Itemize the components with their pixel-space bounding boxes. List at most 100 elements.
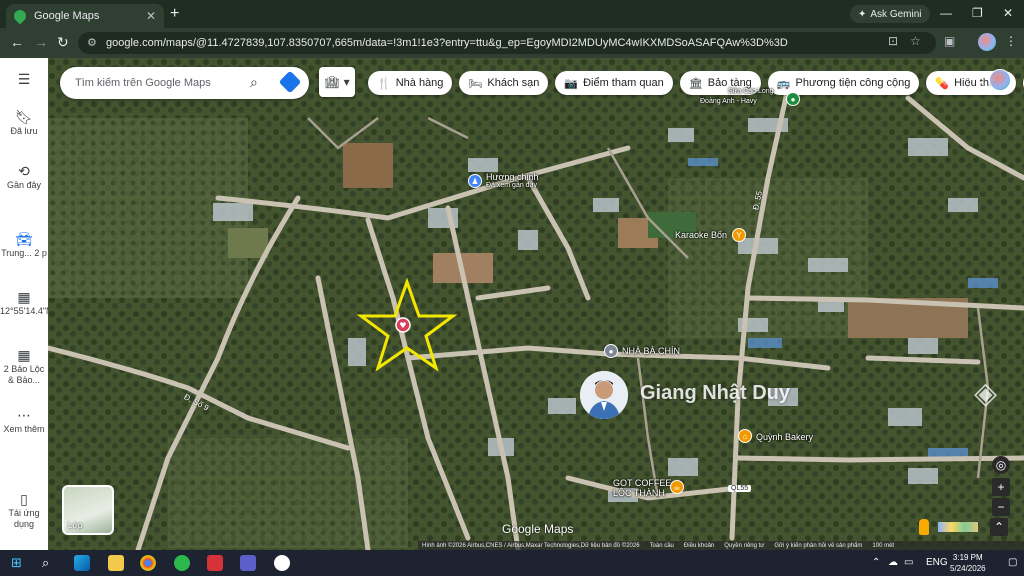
global-link[interactable]: Toàn cầu [650, 543, 674, 549]
my-location-icon[interactable]: ◎ [992, 456, 1010, 474]
hotel-icon: 🏨︎ [324, 75, 340, 89]
chip-restaurants[interactable]: 🍴 Nhà hàng [368, 71, 453, 95]
bookmark-star-icon[interactable]: ☆ [910, 34, 921, 48]
layers-toggle[interactable]: Lớp [62, 485, 114, 535]
install-app-button[interactable]: ▯ Tải ứng dụng [0, 491, 48, 530]
place-huong-chinh[interactable]: Hương chinh [486, 172, 538, 182]
place-quynh-bakery[interactable]: Quỳnh Bakery [756, 432, 813, 442]
pharmacy-icon: 💊 [935, 77, 950, 90]
imagery-credit: Hình ảnh ©2026 Airbus,CNES / Airbus,Maxa… [422, 543, 640, 549]
pegman-icon[interactable] [919, 519, 929, 535]
cloud-icon[interactable]: ☁ [888, 557, 898, 568]
zalo-icon[interactable] [274, 555, 290, 571]
camera-icon: 📷 [564, 77, 579, 90]
government-pin-icon[interactable]: ♟ [468, 174, 482, 188]
recent-item-1[interactable]: 🚘︎ Trung... 2 p [0, 231, 48, 259]
saved-button[interactable]: 🔖︎ Đã lưu [0, 110, 48, 137]
terms-link[interactable]: Điều khoản [684, 543, 714, 549]
search-box[interactable]: Tìm kiếm trên Google Maps ⌕ [60, 67, 309, 99]
close-window-icon[interactable]: ✕ [1003, 6, 1013, 20]
menu-button[interactable]: ☰ [0, 71, 48, 88]
coffee-pin-icon[interactable]: ☕︎ [670, 480, 684, 494]
install-label: Tải ứng dụng [8, 508, 40, 529]
zoom-out-button[interactable]: − [992, 498, 1010, 516]
google-apps-icon[interactable]: ⋮⋮ [960, 74, 988, 91]
place-got-coffee[interactable]: GOT COFFEE [613, 478, 671, 488]
site-info-icon[interactable]: ⚙ [87, 36, 97, 49]
tray-chevron-icon[interactable]: ⌃ [872, 557, 880, 568]
feedback-link[interactable]: Gửi ý kiến phản hồi về sản phẩm [774, 543, 862, 549]
scale-bar[interactable]: 100 mét [872, 543, 894, 549]
place-thumb-icon: ▦ [17, 347, 31, 363]
chip-attractions[interactable]: 📷 Điểm tham quan [555, 71, 673, 95]
directions-icon[interactable] [278, 70, 302, 94]
recent-item-3[interactable]: ▦ 2 Bảo Lộc & Bảo... [0, 347, 48, 386]
install-app-icon[interactable]: ⊡ [888, 34, 898, 48]
side-panel-icon[interactable]: ▣ [944, 34, 955, 48]
taskbar-clock[interactable]: 3:19 PM 5/24/2026 [950, 552, 986, 574]
place-karaoke[interactable]: Karaoke Bốn [675, 230, 727, 240]
windows-start-icon[interactable]: ⊞ [11, 555, 22, 571]
privacy-link[interactable]: Quyền riêng tư [724, 543, 764, 549]
ask-gemini-button[interactable]: ✦ Ask Gemini [850, 5, 930, 23]
teams-icon[interactable] [240, 555, 256, 571]
forward-icon[interactable]: → [34, 34, 48, 50]
file-explorer-icon[interactable] [108, 555, 124, 571]
browser-tab[interactable]: Google Maps ✕ [6, 4, 164, 28]
reload-icon[interactable]: ↻ [57, 34, 69, 51]
maximize-icon[interactable]: ❐ [972, 6, 983, 20]
bed-icon: 🛏 [468, 77, 483, 90]
watermark-text: Giang Nhật Duy [640, 382, 791, 404]
wps-icon[interactable] [207, 555, 223, 571]
notification-icon[interactable]: ▢ [1008, 557, 1017, 568]
maps-favicon-icon [11, 7, 29, 25]
browser-menu-icon[interactable]: ⋮ [1005, 34, 1017, 48]
place-nha-ba-chin[interactable]: NHÀ BÀ CHÍN [622, 346, 680, 356]
more-button[interactable]: ⋯ Xem thêm [0, 408, 48, 435]
back-icon[interactable]: ← [10, 34, 24, 50]
chip-hotels[interactable]: 🛏 Khách sạn [459, 71, 549, 95]
edge-icon[interactable] [74, 555, 90, 571]
place-label-top-2[interactable]: Đoàng Anh - Havy [700, 98, 757, 105]
category-chips: 🍴 Nhà hàng 🛏 Khách sạn 📷 Điểm tham quan 🏛 Bả… [368, 71, 1024, 95]
watermark-logo-icon: ◈ [974, 377, 998, 410]
app-green-icon[interactable] [174, 555, 190, 571]
battery-icon[interactable]: ▭ [904, 557, 913, 568]
phone-icon: ▯ [20, 491, 28, 507]
bakery-pin-icon[interactable]: ⌂ [738, 429, 752, 443]
account-avatar[interactable] [989, 69, 1011, 91]
url-text: google.com/maps/@11.4727839,107.8350707,… [106, 37, 788, 49]
shop-pin-icon[interactable]: ● [786, 92, 800, 106]
expand-chevron-icon[interactable]: ⌃ [990, 518, 1008, 536]
hamburger-icon: ☰ [17, 71, 31, 87]
place-label-top[interactable]: Sữa Cao Long [728, 88, 774, 95]
chip-label: Điểm tham quan [583, 77, 664, 89]
new-tab-button[interactable]: + [170, 5, 179, 23]
tab-close-icon[interactable]: ✕ [146, 9, 156, 23]
dropdown-caret-icon: ▾ [343, 75, 350, 89]
restaurant-icon: 🍴 [377, 77, 391, 90]
profile-avatar[interactable] [978, 33, 996, 51]
chip-label: Khách sạn [487, 77, 540, 89]
karaoke-pin-icon[interactable]: Y [732, 228, 746, 242]
url-bar[interactable]: ⚙ google.com/maps/@11.4727839,107.835070… [78, 32, 936, 54]
map-footer: Hình ảnh ©2026 Airbus,CNES / Airbus,Maxa… [418, 541, 1024, 550]
car-icon: 🚘︎ [15, 231, 33, 247]
search-input[interactable]: Tìm kiếm trên Google Maps [75, 77, 211, 89]
zoom-in-button[interactable]: + [992, 478, 1010, 496]
minimize-icon[interactable]: — [940, 6, 952, 20]
recent-item-2[interactable]: ▦ 12°55'14.4"N... [0, 290, 60, 317]
place-loc-thanh[interactable]: LỘC THÀNH [613, 488, 665, 498]
language-indicator[interactable]: ENG [926, 557, 948, 568]
recent-button[interactable]: ⟲ Gần đây [0, 164, 48, 191]
search-icon[interactable]: ⌕ [250, 74, 258, 91]
layers-label: Lớp [68, 521, 83, 530]
hotel-filter-button[interactable]: 🏨︎ ▾ [319, 67, 355, 97]
taskbar-search-icon[interactable]: ⌕ [42, 555, 49, 571]
chip-label: Phương tiện công cộng [795, 77, 911, 89]
satellite-map[interactable]: ♥ Tìm kiếm trên Google Maps ⌕ 🏨︎ ▾ 🍴 Nhà … [48, 58, 1024, 550]
imagery-thumbnails[interactable] [938, 522, 978, 532]
recent-label: Gần đây [6, 180, 42, 190]
place-pin-icon[interactable]: ● [604, 344, 618, 358]
chrome-icon[interactable] [140, 555, 156, 571]
